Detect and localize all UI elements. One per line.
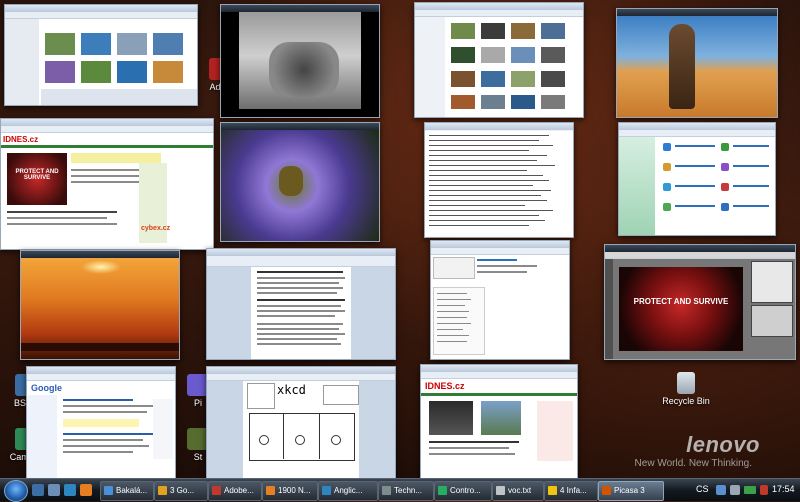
window-titlebar [421,365,577,372]
taskbar-button-bakalari[interactable]: Bakalá... [100,481,154,501]
show-desktop-icon[interactable] [32,484,44,496]
window-thumb-idnes-browser[interactable]: IDNES.cz [420,364,578,480]
window-thumb-web-protect[interactable]: IDNES.cz PROTECT AND SURVIVE cybex.cz [0,118,214,250]
taskbar-button-infa[interactable]: 4 Infa... [544,481,598,501]
window-toolbar [619,130,775,137]
window-thumb-word-document[interactable] [206,248,396,360]
window-thumb-flower-photo[interactable] [220,122,380,242]
window-thumb-voc-text[interactable] [424,122,574,238]
word-icon [322,486,331,495]
lenovo-logo: lenovo [686,432,760,457]
window-thumb-picasa-gallery[interactable] [4,4,198,106]
window-titlebar [431,241,569,248]
window-toolbar [27,374,175,381]
window-titlebar [207,249,395,256]
security-icon[interactable] [760,485,768,495]
infa-icon [548,486,557,495]
window-titlebar [605,245,795,252]
folder-icon [382,486,391,495]
cybex-logo: cybex.cz [141,225,171,232]
switch-windows-icon[interactable] [48,484,60,496]
window-toolbar [207,256,395,267]
idnes-logo: IDNES.cz [3,135,39,144]
window-thumb-photoshop[interactable]: PROTECT AND SURVIVE [604,244,796,360]
network-icon[interactable] [716,485,726,495]
window-titlebar [221,123,379,130]
taskbar-button-picasa[interactable]: Picasa 3 [598,481,664,501]
desktop: BSpla CamStu Adob Pi St Recycle Bin leno… [0,0,800,480]
language-indicator[interactable]: CS [696,484,709,494]
window-titlebar [619,123,775,130]
window-toolbar [421,372,577,379]
window-thumb-explorer-images[interactable] [414,2,584,118]
protect-survive-text: PROTECT AND SURVIVE [633,297,729,306]
firefox-icon [266,486,275,495]
window-titlebar [21,251,179,258]
taskbar: Bakalá... 3 Go... Adobe... 1900 N... Ang… [0,478,800,502]
window-titlebar [1,119,213,126]
desktop-icon-label: Pi [193,398,202,408]
window-toolbar [431,248,569,255]
recycle-bin-label: Recycle Bin [662,396,710,406]
window-titlebar [221,5,379,12]
window-thumb-desert-photo[interactable] [616,8,778,118]
taskbar-button-1900[interactable]: 1900 N... [262,481,318,501]
window-toolbar [1,126,213,133]
window-thumb-sunset-photo[interactable] [20,250,180,360]
window-thumb-control-panel[interactable] [618,122,776,236]
window-titlebar [5,5,197,12]
window-titlebar [425,123,573,130]
taskbar-button-google[interactable]: 3 Go... [154,481,208,501]
window-toolbar [5,12,197,19]
window-toolbar [605,252,795,259]
window-thumb-bw-photo[interactable] [220,4,380,118]
notepad-icon [496,486,505,495]
window-thumb-xkcd-browser[interactable]: xkcd [206,366,396,480]
adobe-task-icon [212,486,221,495]
volume-icon[interactable] [730,485,740,495]
idnes-logo-main: IDNES.cz [425,381,465,391]
taskbar-button-anglic[interactable]: Anglic... [318,481,378,501]
taskbar-button-adobe[interactable]: Adobe... [208,481,262,501]
window-thumb-google-browser[interactable]: Google [26,366,176,480]
browser-quicklaunch-icon[interactable] [64,484,76,496]
taskbar-button-control[interactable]: Contro... [434,481,492,501]
recycle-bin-icon [677,372,695,394]
desktop-icon-label: St [193,452,203,462]
control-panel-icon [438,486,447,495]
system-tray: CS 17:54 [690,479,800,501]
desktop-icon-recycle-bin[interactable]: Recycle Bin [656,372,716,406]
lenovo-tagline: New World. New Thinking. [634,458,752,469]
window-toolbar [207,374,395,381]
xkcd-logo: xkcd [277,383,306,397]
start-button[interactable] [4,480,28,502]
picasa-task-icon [602,486,611,495]
media-quicklaunch-icon[interactable] [80,484,92,496]
window-titlebar [27,367,175,374]
window-thumb-dictionary[interactable] [430,240,570,360]
protect-poster-text: PROTECT AND SURVIVE [15,169,59,181]
taskbar-button-voc[interactable]: voc.txt [492,481,544,501]
bakalari-icon [104,486,113,495]
battery-icon[interactable] [744,486,756,494]
google-group-icon [158,486,167,495]
window-titlebar [415,3,583,10]
clock[interactable]: 17:54 [772,484,795,494]
window-toolbar [415,10,583,17]
window-titlebar [207,367,395,374]
taskbar-button-techn[interactable]: Techn... [378,481,434,501]
window-titlebar [617,9,777,16]
google-logo: Google [31,383,62,393]
